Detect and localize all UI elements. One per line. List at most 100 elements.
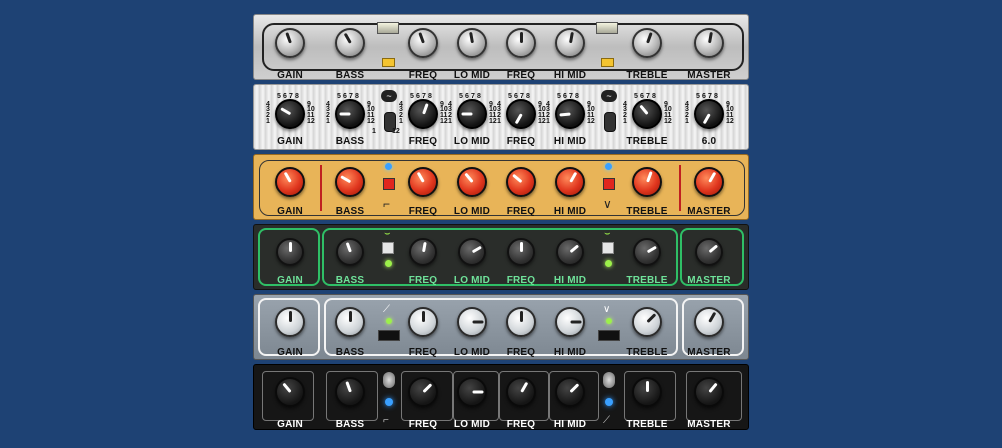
silver-scale-4-scale_left-3: 1 xyxy=(448,118,452,125)
green-square-button-right[interactable] xyxy=(602,242,614,254)
black-knob-2[interactable] xyxy=(335,377,365,407)
silver-knob-4-pointer xyxy=(461,112,472,116)
silver-scale-7-scale_right-3: 12 xyxy=(664,118,672,125)
chrome-knob-1[interactable] xyxy=(275,28,305,58)
gold-knob-2[interactable] xyxy=(335,167,365,197)
green-label-6: HI MID xyxy=(553,275,587,286)
green-label-2: BASS xyxy=(335,275,365,286)
grey-black-button-right[interactable] xyxy=(598,330,620,341)
gold-knob-3-pointer xyxy=(416,171,425,183)
silver-knob-1[interactable] xyxy=(275,99,305,129)
grey-led-left xyxy=(386,318,392,324)
silver-knob-5-pointer xyxy=(514,113,523,125)
silver-toggle-left-label-1: 1 xyxy=(372,128,376,135)
green-knob-8-pointer xyxy=(708,244,718,254)
green-knob-5[interactable] xyxy=(507,238,535,266)
grey-knob-7[interactable] xyxy=(632,307,662,337)
grey-led-right xyxy=(606,318,612,324)
black-knob-3[interactable] xyxy=(408,377,438,407)
silver-knob-5[interactable] xyxy=(506,99,536,129)
grey-knob-7-pointer xyxy=(645,313,656,324)
black-knob-6[interactable] xyxy=(555,377,585,407)
green-knob-7[interactable] xyxy=(633,238,661,266)
black-knob-5[interactable] xyxy=(506,377,536,407)
chrome-knob-3[interactable] xyxy=(408,28,438,58)
green-square-button-left[interactable] xyxy=(382,242,394,254)
silver-scale-6-scale_left-3: 1 xyxy=(546,118,550,125)
chrome-knob-5-pointer xyxy=(519,32,523,43)
black-toggle-right[interactable] xyxy=(603,372,615,388)
gold-knob-5-pointer xyxy=(511,173,522,184)
gold-knob-6[interactable] xyxy=(555,167,585,197)
green-led-left xyxy=(385,260,392,267)
silver-knob-2[interactable] xyxy=(335,99,365,129)
black-knob-5-pointer xyxy=(519,381,528,393)
silver-scale-8-scale_top-0: 5 xyxy=(696,93,700,100)
green-knob-3[interactable] xyxy=(409,238,437,266)
gold-led-right xyxy=(605,163,612,170)
green-knob-6[interactable] xyxy=(556,238,584,266)
chrome-knob-6[interactable] xyxy=(555,28,585,58)
chrome-knob-7[interactable] xyxy=(632,28,662,58)
black-label-6: HI MID xyxy=(553,419,587,430)
black-knob-6-pointer xyxy=(568,383,579,394)
gold-knob-3[interactable] xyxy=(408,167,438,197)
silver-toggle-right[interactable] xyxy=(604,112,616,132)
gold-knob-1-pointer xyxy=(283,171,292,183)
silver-knob-3[interactable] xyxy=(408,99,438,129)
gold-knob-8[interactable] xyxy=(694,167,724,197)
grey-knob-3[interactable] xyxy=(408,307,438,337)
silver-knob-7[interactable] xyxy=(632,99,662,129)
black-shelf-symbol-right: ⟋ xyxy=(603,415,610,426)
grey-knob-2[interactable] xyxy=(335,307,365,337)
silver-scale-6-scale_top-3: 8 xyxy=(575,93,579,100)
silver-knob-8[interactable] xyxy=(694,99,724,129)
black-knob-1[interactable] xyxy=(275,377,305,407)
silver-scale-1-scale_left-3: 1 xyxy=(266,118,270,125)
black-knob-4[interactable] xyxy=(457,377,487,407)
chrome-knob-2[interactable] xyxy=(335,28,365,58)
grey-knob-4[interactable] xyxy=(457,307,487,337)
gold-knob-5[interactable] xyxy=(506,167,536,197)
silver-scale-5-scale_top-3: 8 xyxy=(526,93,530,100)
chrome-curve-icon-right xyxy=(601,58,614,67)
grey-black-button-left[interactable] xyxy=(378,330,400,341)
green-knob-8[interactable] xyxy=(695,238,723,266)
silver-knob-4[interactable] xyxy=(457,99,487,129)
black-knob-8[interactable] xyxy=(694,377,724,407)
grey-label-1: GAIN xyxy=(277,347,303,358)
silver-scale-8-scale_left-3: 1 xyxy=(685,118,689,125)
gold-knob-4[interactable] xyxy=(457,167,487,197)
black-knob-8-pointer xyxy=(707,382,718,393)
chrome-knob-5[interactable] xyxy=(506,28,536,58)
gold-knob-1[interactable] xyxy=(275,167,305,197)
gold-knob-7[interactable] xyxy=(632,167,662,197)
silver-scale-3-scale_left-3: 1 xyxy=(399,118,403,125)
green-knob-2[interactable] xyxy=(336,238,364,266)
grey-knob-6[interactable] xyxy=(555,307,585,337)
silver-scale-4-scale_top-0: 5 xyxy=(459,93,463,100)
green-knob-1[interactable] xyxy=(276,238,304,266)
gold-red-button-left[interactable] xyxy=(383,178,395,190)
silver-scale-2-scale_top-3: 8 xyxy=(355,93,359,100)
chrome-switch-left[interactable] xyxy=(377,22,399,34)
grey-knob-1[interactable] xyxy=(275,307,305,337)
gold-red-button-right[interactable] xyxy=(603,178,615,190)
grey-knob-5[interactable] xyxy=(506,307,536,337)
chrome-switch-right[interactable] xyxy=(596,22,618,34)
silver-scale-4-scale_top-2: 7 xyxy=(471,93,475,100)
chrome-knob-4[interactable] xyxy=(457,28,487,58)
chrome-knob-8[interactable] xyxy=(694,28,724,58)
silver-scale-5-scale_right-3: 12 xyxy=(538,118,546,125)
green-knob-4[interactable] xyxy=(458,238,486,266)
grey-knob-8[interactable] xyxy=(694,307,724,337)
silver-scale-4-scale_right-3: 12 xyxy=(489,118,497,125)
black-toggle-left[interactable] xyxy=(383,372,395,388)
black-knob-7[interactable] xyxy=(632,377,662,407)
gold-knob-8-pointer xyxy=(707,171,716,183)
silver-scale-3-scale_top-3: 8 xyxy=(428,93,432,100)
silver-knob-6[interactable] xyxy=(555,99,585,129)
grey-shelf-symbol-left: ⟋ xyxy=(383,304,390,315)
gold-label-2: BASS xyxy=(335,206,365,217)
silver-scale-6-scale_top-1: 6 xyxy=(563,93,567,100)
